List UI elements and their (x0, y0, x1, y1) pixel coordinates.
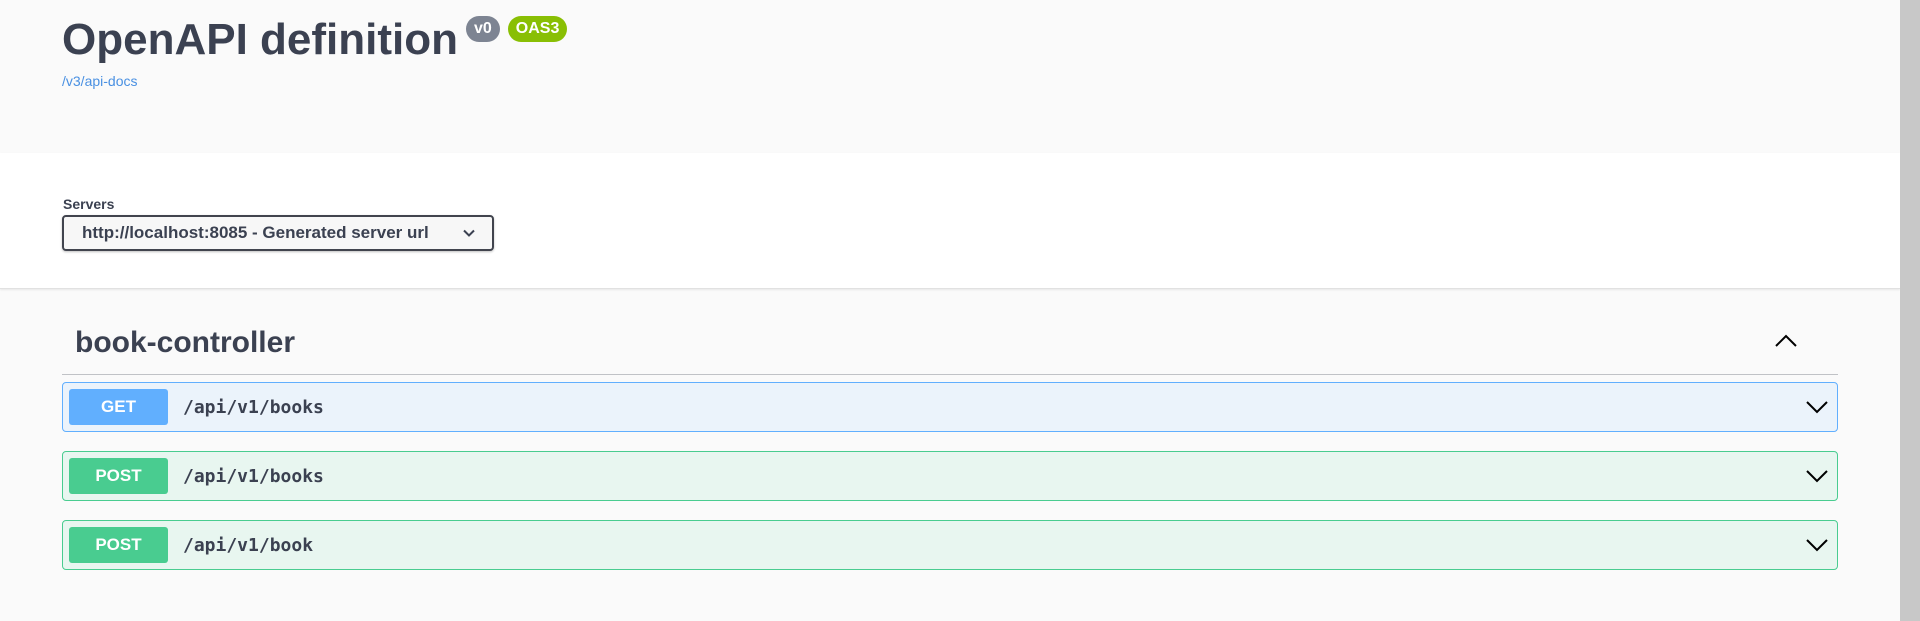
operation-post-books[interactable]: POST /api/v1/books (62, 451, 1838, 501)
chevron-down-icon (462, 226, 476, 245)
info-header: OpenAPI definition v0 OAS3 /v3/api-docs (0, 0, 1900, 153)
chevron-down-icon[interactable] (1805, 397, 1829, 422)
tag-section-book-controller: book-controller GET /api/v1/books POST /… (62, 316, 1838, 570)
chevron-down-icon[interactable] (1805, 535, 1829, 560)
scrollbar-track[interactable] (1900, 0, 1920, 621)
oas-badge: OAS3 (507, 16, 568, 42)
chevron-down-icon[interactable] (1805, 466, 1829, 491)
operation-path: /api/v1/books (183, 465, 324, 487)
server-select-value: http://localhost:8085 - Generated server… (82, 223, 429, 242)
scheme-container: Servers http://localhost:8085 - Generate… (0, 153, 1900, 289)
method-badge: POST (69, 458, 168, 494)
version-badge: v0 (465, 16, 500, 42)
server-select[interactable]: http://localhost:8085 - Generated server… (62, 215, 494, 251)
tag-header[interactable]: book-controller (62, 316, 1838, 375)
method-badge: GET (69, 389, 168, 425)
tag-name: book-controller (75, 326, 296, 359)
method-badge: POST (69, 527, 168, 563)
scrollbar-thumb[interactable] (1900, 0, 1920, 621)
operation-path: /api/v1/books (183, 396, 324, 418)
operation-post-book[interactable]: POST /api/v1/book (62, 520, 1838, 570)
chevron-up-icon[interactable] (1774, 332, 1798, 355)
title-row: OpenAPI definition v0 OAS3 (62, 14, 568, 66)
page-title: OpenAPI definition (62, 15, 458, 64)
api-docs-link[interactable]: /v3/api-docs (62, 73, 137, 89)
servers-label: Servers (63, 196, 115, 212)
operation-path: /api/v1/book (183, 534, 314, 556)
operation-get-books[interactable]: GET /api/v1/books (62, 382, 1838, 432)
